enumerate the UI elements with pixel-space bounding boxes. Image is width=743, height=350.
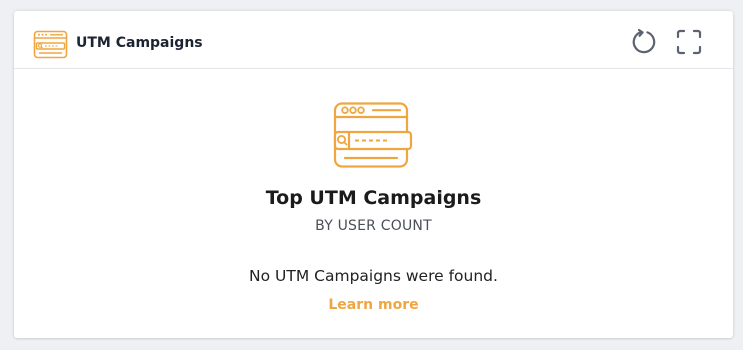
browser-search-icon (33, 30, 68, 59)
empty-state-message: No UTM Campaigns were found. (249, 267, 498, 285)
learn-more-link[interactable]: Learn more (328, 297, 418, 313)
fullscreen-icon (676, 29, 702, 55)
empty-state-title: Top UTM Campaigns (265, 187, 482, 209)
browser-search-icon (333, 102, 413, 170)
widget-title: UTM Campaigns (76, 35, 203, 51)
refresh-button[interactable] (630, 28, 658, 56)
empty-state-subtitle: BY USER COUNT (315, 218, 432, 234)
widget-header: UTM Campaigns (14, 11, 733, 69)
refresh-icon (632, 28, 656, 54)
fullscreen-button[interactable] (675, 28, 703, 56)
utm-campaigns-widget: UTM Campaigns Top UTM Campaigns BY USER … (14, 11, 733, 338)
